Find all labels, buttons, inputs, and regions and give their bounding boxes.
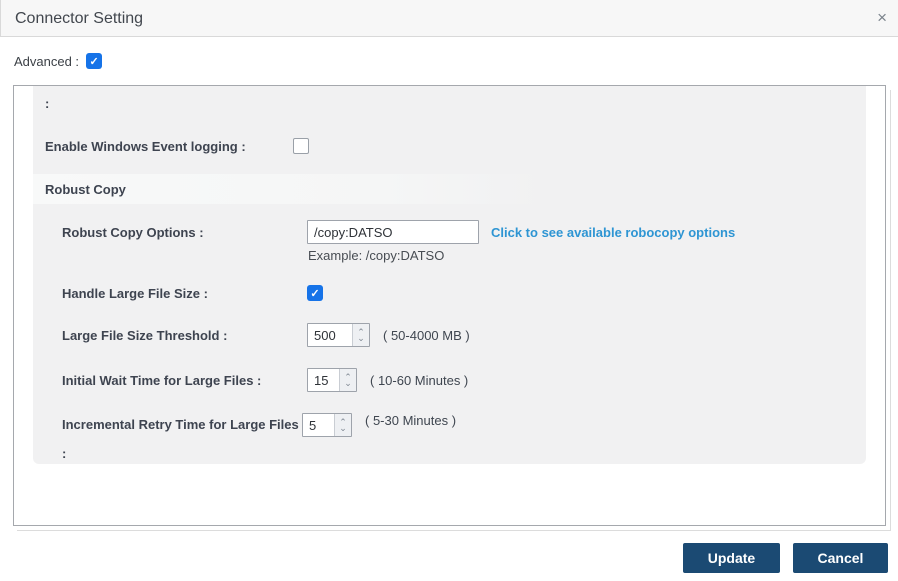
event-logging-row: Enable Windows Event logging : (45, 138, 866, 154)
section-title: Robust Copy (45, 181, 126, 197)
initial-wait-row: Initial Wait Time for Large Files : 15 ⌃… (45, 368, 866, 392)
spinner-arrows-icon[interactable]: ⌃ ⌄ (352, 324, 369, 346)
robocopy-options-input[interactable] (307, 220, 479, 244)
container-shadow-right (890, 90, 891, 530)
handle-large-file-checkbox[interactable]: ✓ (307, 285, 323, 301)
connector-setting-dialog: Connector Setting × Advanced : ✓ : Enabl… (0, 0, 898, 581)
advanced-checkbox[interactable]: ✓ (86, 53, 103, 69)
robocopy-options-row: Robust Copy Options : Click to see avail… (45, 220, 866, 244)
threshold-hint: ( 50-4000 MB ) (383, 327, 470, 343)
event-logging-checkbox[interactable] (293, 138, 309, 154)
container-shadow-bottom (17, 530, 891, 531)
spinner-arrows-icon[interactable]: ⌃ ⌄ (339, 369, 356, 391)
check-icon: ✓ (310, 287, 320, 300)
advanced-row: Advanced : ✓ (14, 53, 103, 69)
close-icon[interactable]: × (877, 0, 887, 36)
settings-scroll-container[interactable]: : Enable Windows Event logging : Robust … (13, 85, 886, 526)
incremental-retry-label: Incremental Retry Time for Large Files : (62, 417, 299, 461)
initial-wait-value: 15 (314, 372, 329, 388)
dialog-header: Connector Setting × (0, 0, 898, 37)
robocopy-options-link[interactable]: Click to see available robocopy options (491, 225, 735, 240)
spinner-arrows-icon[interactable]: ⌃ ⌄ (334, 414, 351, 436)
cancel-button[interactable]: Cancel (793, 543, 888, 573)
initial-wait-label: Initial Wait Time for Large Files : (62, 372, 262, 388)
robust-copy-section-header: Robust Copy (33, 174, 543, 204)
spin-down-icon[interactable]: ⌄ (357, 334, 365, 343)
incremental-retry-spinner[interactable]: 5 ⌃ ⌄ (302, 413, 352, 437)
threshold-value: 500 (314, 327, 336, 343)
threshold-row: Large File Size Threshold : 500 ⌃ ⌄ ( 50… (45, 323, 866, 347)
settings-panel: : Enable Windows Event logging : Robust … (33, 86, 866, 464)
advanced-label: Advanced : (14, 53, 80, 69)
threshold-label: Large File Size Threshold : (62, 327, 228, 343)
check-icon: ✓ (89, 55, 99, 68)
robocopy-example-text: Example: /copy:DATSO (308, 248, 445, 263)
incremental-retry-row: Incremental Retry Time for Large Files :… (45, 413, 866, 461)
handle-large-file-row: Handle Large File Size : ✓ (45, 285, 866, 301)
update-button[interactable]: Update (683, 543, 780, 573)
threshold-spinner[interactable]: 500 ⌃ ⌄ (307, 323, 370, 347)
spin-down-icon[interactable]: ⌄ (339, 424, 347, 433)
initial-wait-hint: ( 10-60 Minutes ) (370, 372, 469, 388)
handle-large-file-label: Handle Large File Size : (62, 285, 208, 301)
event-logging-label: Enable Windows Event logging : (45, 138, 246, 154)
robocopy-options-label: Robust Copy Options : (62, 224, 204, 240)
incremental-retry-hint: ( 5-30 Minutes ) (365, 413, 457, 428)
dialog-title: Connector Setting (15, 10, 144, 27)
incremental-retry-value: 5 (309, 417, 317, 433)
spin-down-icon[interactable]: ⌄ (344, 379, 352, 388)
clipped-field-label: : (45, 96, 50, 111)
initial-wait-spinner[interactable]: 15 ⌃ ⌄ (307, 368, 357, 392)
